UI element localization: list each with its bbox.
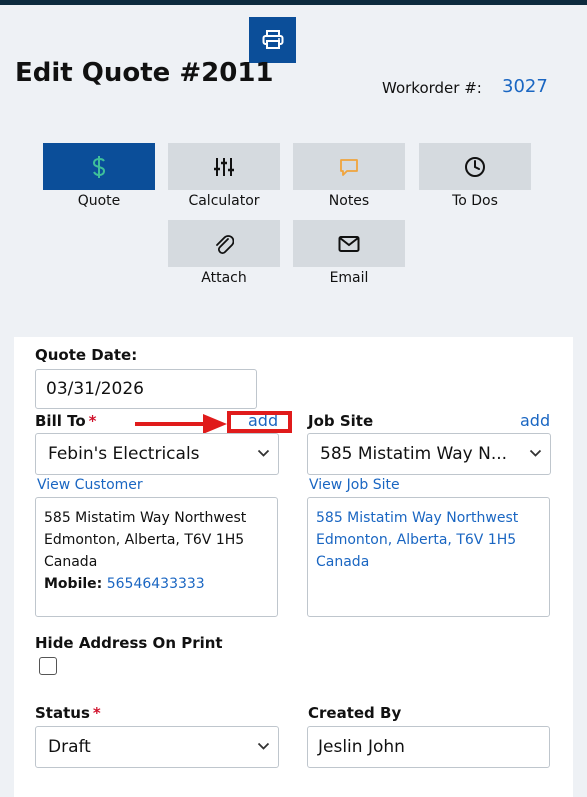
- bill-to-value: Febin's Electricals: [48, 444, 200, 464]
- chevron-down-icon: [257, 449, 270, 457]
- tab-calculator[interactable]: [168, 143, 280, 190]
- bill-address-line3: Canada: [44, 554, 98, 570]
- clock-icon: [465, 156, 485, 177]
- comment-icon: [340, 158, 358, 176]
- required-marker: *: [92, 704, 101, 722]
- printer-icon: [262, 30, 283, 49]
- tab-attach[interactable]: [168, 220, 280, 267]
- tab-quote[interactable]: [43, 143, 155, 190]
- job-site-select[interactable]: 585 Mistatim Way N...: [307, 433, 551, 475]
- job-address-line1[interactable]: 585 Mistatim Way Northwest: [316, 507, 541, 529]
- chevron-down-icon: [529, 449, 542, 457]
- bill-to-select[interactable]: Febin's Electricals: [35, 433, 279, 475]
- view-customer-link[interactable]: View Customer: [37, 477, 143, 493]
- tab-notes[interactable]: [293, 143, 405, 190]
- job-site-label: Job Site: [308, 412, 374, 430]
- quote-date-input[interactable]: 03/31/2026: [35, 369, 257, 409]
- job-site-value: 585 Mistatim Way N...: [320, 444, 508, 464]
- mobile-label: Mobile:: [44, 576, 103, 592]
- status-label-text: Status: [35, 704, 90, 722]
- status-label: Status *: [35, 704, 101, 722]
- paperclip-icon: [216, 234, 234, 254]
- print-button[interactable]: [249, 17, 296, 63]
- top-bar: [0, 0, 587, 5]
- bill-to-label: Bill To *: [35, 412, 96, 430]
- annotation-highlight-box: [227, 411, 292, 433]
- sliders-icon: [214, 157, 234, 176]
- tab-notes-label: Notes: [328, 193, 370, 209]
- tab-todos[interactable]: [419, 143, 531, 190]
- hide-address-checkbox[interactable]: [39, 657, 57, 675]
- tab-quote-label: Quote: [77, 193, 121, 209]
- quote-date-value: 03/31/2026: [46, 379, 144, 399]
- tab-todos-label: To Dos: [452, 193, 498, 209]
- created-by-value: Jeslin John: [318, 737, 405, 757]
- workorder-link[interactable]: 3027: [502, 76, 548, 97]
- bill-to-label-text: Bill To: [35, 412, 86, 430]
- created-by-label: Created By: [308, 704, 402, 722]
- job-site-add-link[interactable]: add: [520, 411, 550, 430]
- job-address-line3[interactable]: Canada: [316, 551, 541, 573]
- job-address-line2[interactable]: Edmonton, Alberta, T6V 1H5: [316, 529, 541, 551]
- bill-address-box: 585 Mistatim Way Northwest Edmonton, Alb…: [35, 497, 278, 617]
- view-job-site-link[interactable]: View Job Site: [309, 477, 400, 493]
- status-select[interactable]: Draft: [35, 726, 279, 768]
- workorder-label: Workorder #:: [382, 79, 482, 97]
- mobile-row: Mobile: 56546433333: [44, 573, 269, 595]
- page-title: Edit Quote #2011: [15, 58, 274, 88]
- required-marker: *: [88, 412, 97, 430]
- hide-address-label: Hide Address On Print: [35, 634, 223, 652]
- tab-email[interactable]: [293, 220, 405, 267]
- tab-calculator-label: Calculator: [188, 193, 260, 209]
- tab-email-label: Email: [329, 270, 369, 286]
- envelope-icon: [338, 235, 360, 252]
- quote-date-label: Quote Date:: [35, 346, 138, 364]
- created-by-input[interactable]: Jeslin John: [307, 726, 550, 768]
- bill-address-line1: 585 Mistatim Way Northwest: [44, 510, 247, 526]
- status-value: Draft: [48, 737, 91, 757]
- bill-address-line2: Edmonton, Alberta, T6V 1H5: [44, 532, 245, 548]
- job-address-box: 585 Mistatim Way Northwest Edmonton, Alb…: [307, 497, 550, 617]
- tab-attach-label: Attach: [201, 270, 247, 286]
- dollar-icon: [92, 155, 106, 178]
- chevron-down-icon: [257, 742, 270, 750]
- mobile-link[interactable]: 56546433333: [107, 576, 205, 592]
